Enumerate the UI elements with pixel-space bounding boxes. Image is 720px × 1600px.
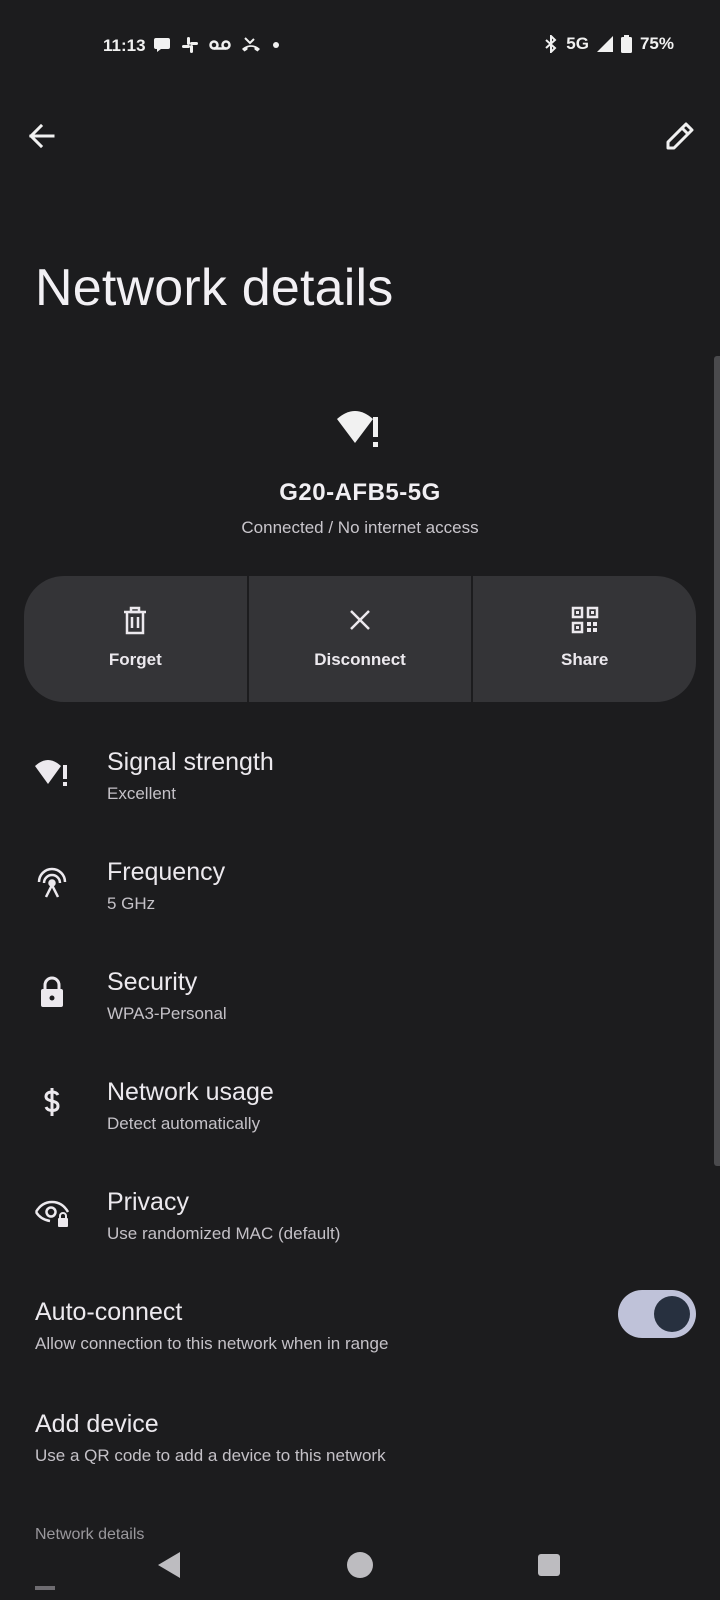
forget-label: Forget [108,650,162,669]
lock-icon [41,976,63,1007]
battery-percent: 75% [639,34,674,53]
signal-strength-value: Excellent [107,784,176,803]
wifi-no-internet-icon [35,760,67,786]
battery-icon [620,35,632,53]
back-button[interactable] [24,118,60,154]
disconnect-label: Disconnect [314,650,406,669]
dollar-icon [44,1088,60,1116]
frequency-value: 5 GHz [107,894,156,913]
forget-button[interactable]: Forget [24,576,247,702]
slack-icon [182,37,198,53]
nav-recents-icon[interactable] [538,1554,560,1576]
share-label: Share [561,650,609,669]
voicemail-icon [209,40,231,50]
pencil-icon [666,122,694,150]
cell-signal-icon [596,36,613,52]
disconnect-button[interactable]: Disconnect [248,576,472,702]
status-time: 11:13 [103,36,146,55]
status-right: 5G 75% [544,34,674,54]
network-ssid: G20-AFB5-5G [279,479,441,506]
add-device-subtitle: Use a QR code to add a device to this ne… [35,1446,386,1465]
frequency-item[interactable]: Frequency 5 GHz [0,852,720,952]
page-title: Network details [35,259,394,317]
network-usage-title: Network usage [107,1078,274,1106]
chat-bubble-icon [154,38,170,52]
wifi-no-internet-icon [337,411,378,447]
auto-connect-item[interactable]: Auto-connect Allow connection to this ne… [0,1290,720,1388]
network-status: Connected / No internet access [241,518,479,537]
close-icon [350,610,370,630]
signal-strength-item[interactable]: Signal strength Excellent [0,742,720,842]
eye-lock-icon [34,1200,70,1227]
nav-home-icon[interactable] [347,1552,373,1578]
auto-connect-title: Auto-connect [35,1298,183,1326]
security-title: Security [107,968,198,996]
share-button[interactable]: Share [473,576,696,702]
network-usage-value: Detect automatically [107,1114,261,1133]
edit-button[interactable] [662,118,698,154]
nav-back-icon[interactable] [158,1552,180,1578]
frequency-title: Frequency [107,858,226,886]
auto-connect-subtitle: Allow connection to this network when in… [35,1334,389,1353]
dot-icon [273,42,279,48]
auto-connect-switch[interactable] [618,1290,696,1338]
security-value: WPA3-Personal [107,1004,227,1023]
top-app-bar [0,104,720,164]
add-device-item[interactable]: Add device Use a QR code to add a device… [0,1410,720,1490]
add-device-title: Add device [35,1410,159,1438]
notification-icons [153,36,281,54]
network-type: 5G [566,34,589,53]
switch-knob [654,1296,690,1332]
privacy-value: Use randomized MAC (default) [107,1224,341,1243]
navigation-bar [0,1540,720,1600]
qr-code-icon [571,606,598,634]
bluetooth-icon [545,35,557,53]
trash-icon [124,606,147,635]
network-usage-item[interactable]: Network usage Detect automatically [0,1072,720,1172]
missed-call-icon [242,37,260,52]
security-item[interactable]: Security WPA3-Personal [0,962,720,1062]
network-actions: Forget Disconnect Share [24,576,696,702]
signal-strength-title: Signal strength [107,748,274,776]
status-bar: 11:13 5G 75% [0,0,720,92]
privacy-item[interactable]: Privacy Use randomized MAC (default) [0,1182,720,1282]
arrow-back-icon [28,123,55,149]
antenna-icon [37,867,67,898]
privacy-title: Privacy [107,1188,189,1216]
